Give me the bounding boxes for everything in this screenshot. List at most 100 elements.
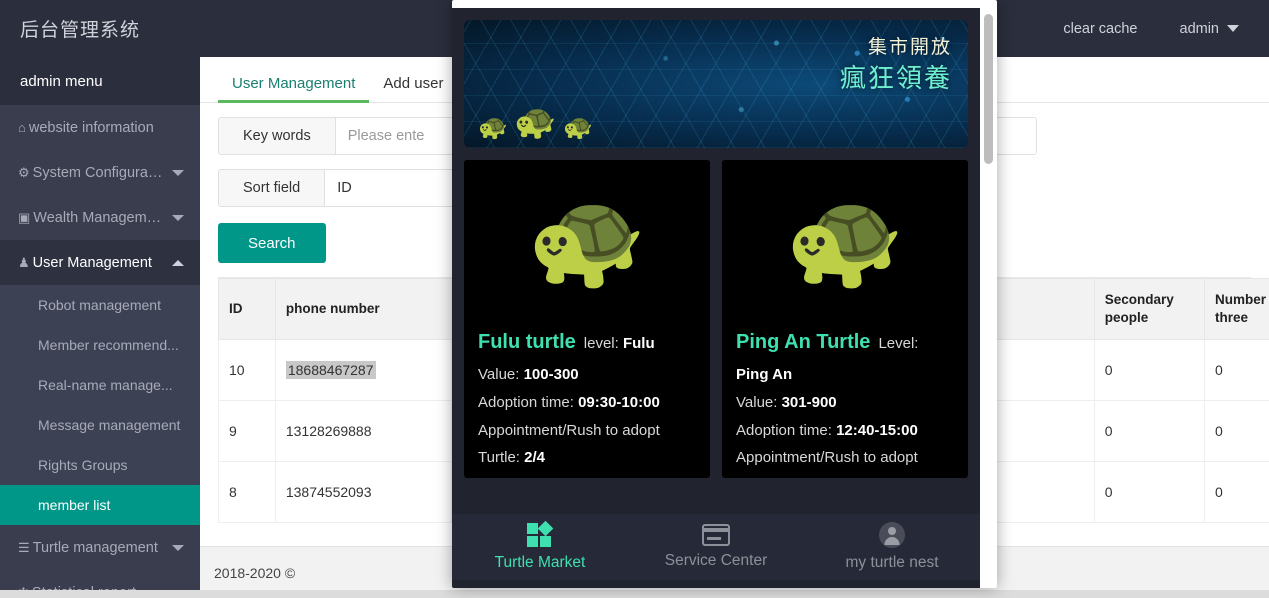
sidebar-item-label: Turtle management	[33, 540, 164, 556]
sidebar-item-label: Robot management	[38, 297, 184, 313]
adoption-time-label: Adoption time:	[478, 394, 574, 411]
sidebar-item-system-configuration[interactable]: ⚙ System Configuration	[0, 150, 200, 195]
sidebar-item-real-name-manage[interactable]: Real-name manage...	[0, 365, 200, 405]
sort-field-label: Sort field	[219, 170, 325, 206]
cell-secondary-people: 0	[1094, 340, 1204, 401]
value-label: Value:	[736, 394, 777, 411]
turtle-card-title-row: Fulu turtlelevel: Fulu	[478, 324, 696, 361]
chevron-down-icon	[172, 215, 184, 221]
nav-item-label: Turtle Market	[495, 554, 586, 572]
card-icon	[702, 524, 730, 546]
sidebar: admin menu ⌂ website information ⚙ Syste…	[0, 57, 200, 598]
modal-scrollbar-thumb[interactable]	[984, 14, 993, 164]
turtle-card-pingan[interactable]: 🐢 Ping An TurtleLevel: Ping An Value: 30…	[722, 160, 968, 478]
nav-item-service-center[interactable]: Service Center	[628, 524, 804, 570]
keywords-label: Key words	[219, 118, 336, 154]
tab-add-user[interactable]: Add user	[369, 75, 457, 102]
turtle-time-row: Adoption time: 09:30-10:00	[478, 389, 696, 417]
home-icon: ⌂	[18, 120, 26, 135]
sidebar-item-label: Wealth Management	[33, 210, 164, 226]
turtle-icon: 🐢	[563, 113, 593, 142]
chevron-up-icon	[172, 260, 184, 266]
selected-phone-text: 18688467287	[286, 361, 376, 379]
col-id[interactable]: ID	[219, 279, 276, 340]
value-label: Value:	[478, 366, 519, 383]
sidebar-title: admin menu	[0, 57, 200, 105]
cell-number-three: 0	[1205, 401, 1269, 462]
sidebar-item-rights-groups[interactable]: Rights Groups	[0, 445, 200, 485]
sidebar-item-website-information[interactable]: ⌂ website information	[0, 105, 200, 150]
sidebar-item-label: Rights Groups	[38, 457, 184, 473]
app-brand-title: 后台管理系统	[0, 15, 200, 42]
clear-cache-button[interactable]: clear cache	[1063, 21, 1137, 37]
value-text: 301-900	[782, 394, 837, 411]
banner-line-2: 瘋狂領養	[840, 62, 952, 95]
turtle-name: Fulu turtle	[478, 331, 576, 353]
search-button[interactable]: Search	[218, 223, 326, 263]
bottom-strip	[0, 590, 1269, 598]
sidebar-item-member-list[interactable]: member list	[0, 485, 200, 525]
cell-secondary-people: 0	[1094, 401, 1204, 462]
phone-bottom-nav: Turtle Market Service Center my turtle n…	[452, 514, 980, 580]
col-number-three[interactable]: Number three	[1205, 279, 1269, 340]
sidebar-item-wealth-management[interactable]: ▣ Wealth Management	[0, 195, 200, 240]
app-root: 后台管理系统 clear cache admin admin menu ⌂ we…	[0, 0, 1269, 598]
value-text: 100-300	[524, 366, 579, 383]
cell-phone-number[interactable]: 13128269888	[275, 401, 451, 462]
adoption-time-value: 09:30-10:00	[578, 394, 660, 411]
cell-phone-number[interactable]: 13874552093	[275, 462, 451, 523]
turtle-name: Ping An Turtle	[736, 331, 870, 353]
cell-phone-number[interactable]: 18688467287	[275, 340, 451, 401]
sidebar-item-label: Message management	[38, 417, 184, 433]
phone-preview-modal: 🐢 🐢 🐢 集市開放 瘋狂領養 🐢 Fulu turtlelevel: Fulu	[452, 0, 997, 588]
tab-user-management[interactable]: User Management	[218, 75, 369, 102]
level-label: level:	[584, 335, 619, 352]
market-icon	[525, 522, 555, 548]
list-icon: ☰	[18, 540, 30, 556]
turtle-green-icon: 🐢	[722, 160, 968, 320]
sidebar-item-label: Real-name manage...	[38, 377, 184, 393]
gears-icon: ⚙	[18, 165, 30, 181]
sidebar-item-label: Member recommend...	[38, 337, 184, 353]
sidebar-item-label: System Configuration	[33, 165, 164, 181]
banner-turtle-art: 🐢 🐢 🐢	[478, 102, 595, 142]
nav-item-turtle-market[interactable]: Turtle Market	[452, 522, 628, 572]
turtle-card-body: Fulu turtlelevel: Fulu Value: 100-300 Ad…	[464, 320, 710, 472]
nav-item-label: my turtle nest	[845, 554, 938, 572]
admin-user-label: admin	[1180, 21, 1220, 37]
appointment-text: Appointment/Rush to adopt	[736, 444, 954, 472]
header-actions: clear cache admin	[1063, 21, 1269, 37]
turtle-count-label: Turtle:	[478, 449, 520, 466]
nav-item-my-turtle-nest[interactable]: my turtle nest	[804, 522, 980, 572]
sidebar-item-user-management[interactable]: ♟ User Management	[0, 240, 200, 285]
turtle-time-row: Adoption time: 12:40-15:00	[736, 417, 954, 445]
sidebar-item-robot-management[interactable]: Robot management	[0, 285, 200, 325]
chevron-down-icon	[172, 545, 184, 551]
turtle-card-title-row: Ping An TurtleLevel: Ping An	[736, 324, 954, 389]
cell-id: 8	[219, 462, 276, 523]
turtle-icon: 🐢	[478, 113, 508, 142]
adoption-time-label: Adoption time:	[736, 422, 832, 439]
chevron-down-icon	[172, 170, 184, 176]
sidebar-item-label: member list	[38, 497, 184, 513]
turtle-card-fulu[interactable]: 🐢 Fulu turtlelevel: Fulu Value: 100-300 …	[464, 160, 710, 478]
admin-user-menu[interactable]: admin	[1180, 21, 1240, 37]
col-secondary-people[interactable]: Secondary people	[1094, 279, 1204, 340]
turtle-value-row: Value: 301-900	[736, 389, 954, 417]
sidebar-item-message-management[interactable]: Message management	[0, 405, 200, 445]
nav-item-label: Service Center	[665, 552, 768, 570]
adoption-time-value: 12:40-15:00	[836, 422, 918, 439]
col-phone-number[interactable]: phone number	[275, 279, 451, 340]
sidebar-item-turtle-management[interactable]: ☰ Turtle management	[0, 525, 200, 570]
turtle-icon: 🐢	[514, 102, 556, 142]
user-icon	[879, 522, 905, 548]
sidebar-item-member-recommend[interactable]: Member recommend...	[0, 325, 200, 365]
promo-banner[interactable]: 🐢 🐢 🐢 集市開放 瘋狂領養	[464, 20, 968, 148]
turtle-card-body: Ping An TurtleLevel: Ping An Value: 301-…	[722, 320, 968, 472]
modal-scrollbar[interactable]	[983, 8, 994, 588]
banner-text: 集市開放 瘋狂領養	[840, 36, 952, 94]
turtle-value-row: Value: 100-300	[478, 361, 696, 389]
cell-secondary-people: 0	[1094, 462, 1204, 523]
turtle-brown-icon: 🐢	[464, 160, 710, 320]
phone-screen: 🐢 🐢 🐢 集市開放 瘋狂領養 🐢 Fulu turtlelevel: Fulu	[452, 8, 980, 588]
